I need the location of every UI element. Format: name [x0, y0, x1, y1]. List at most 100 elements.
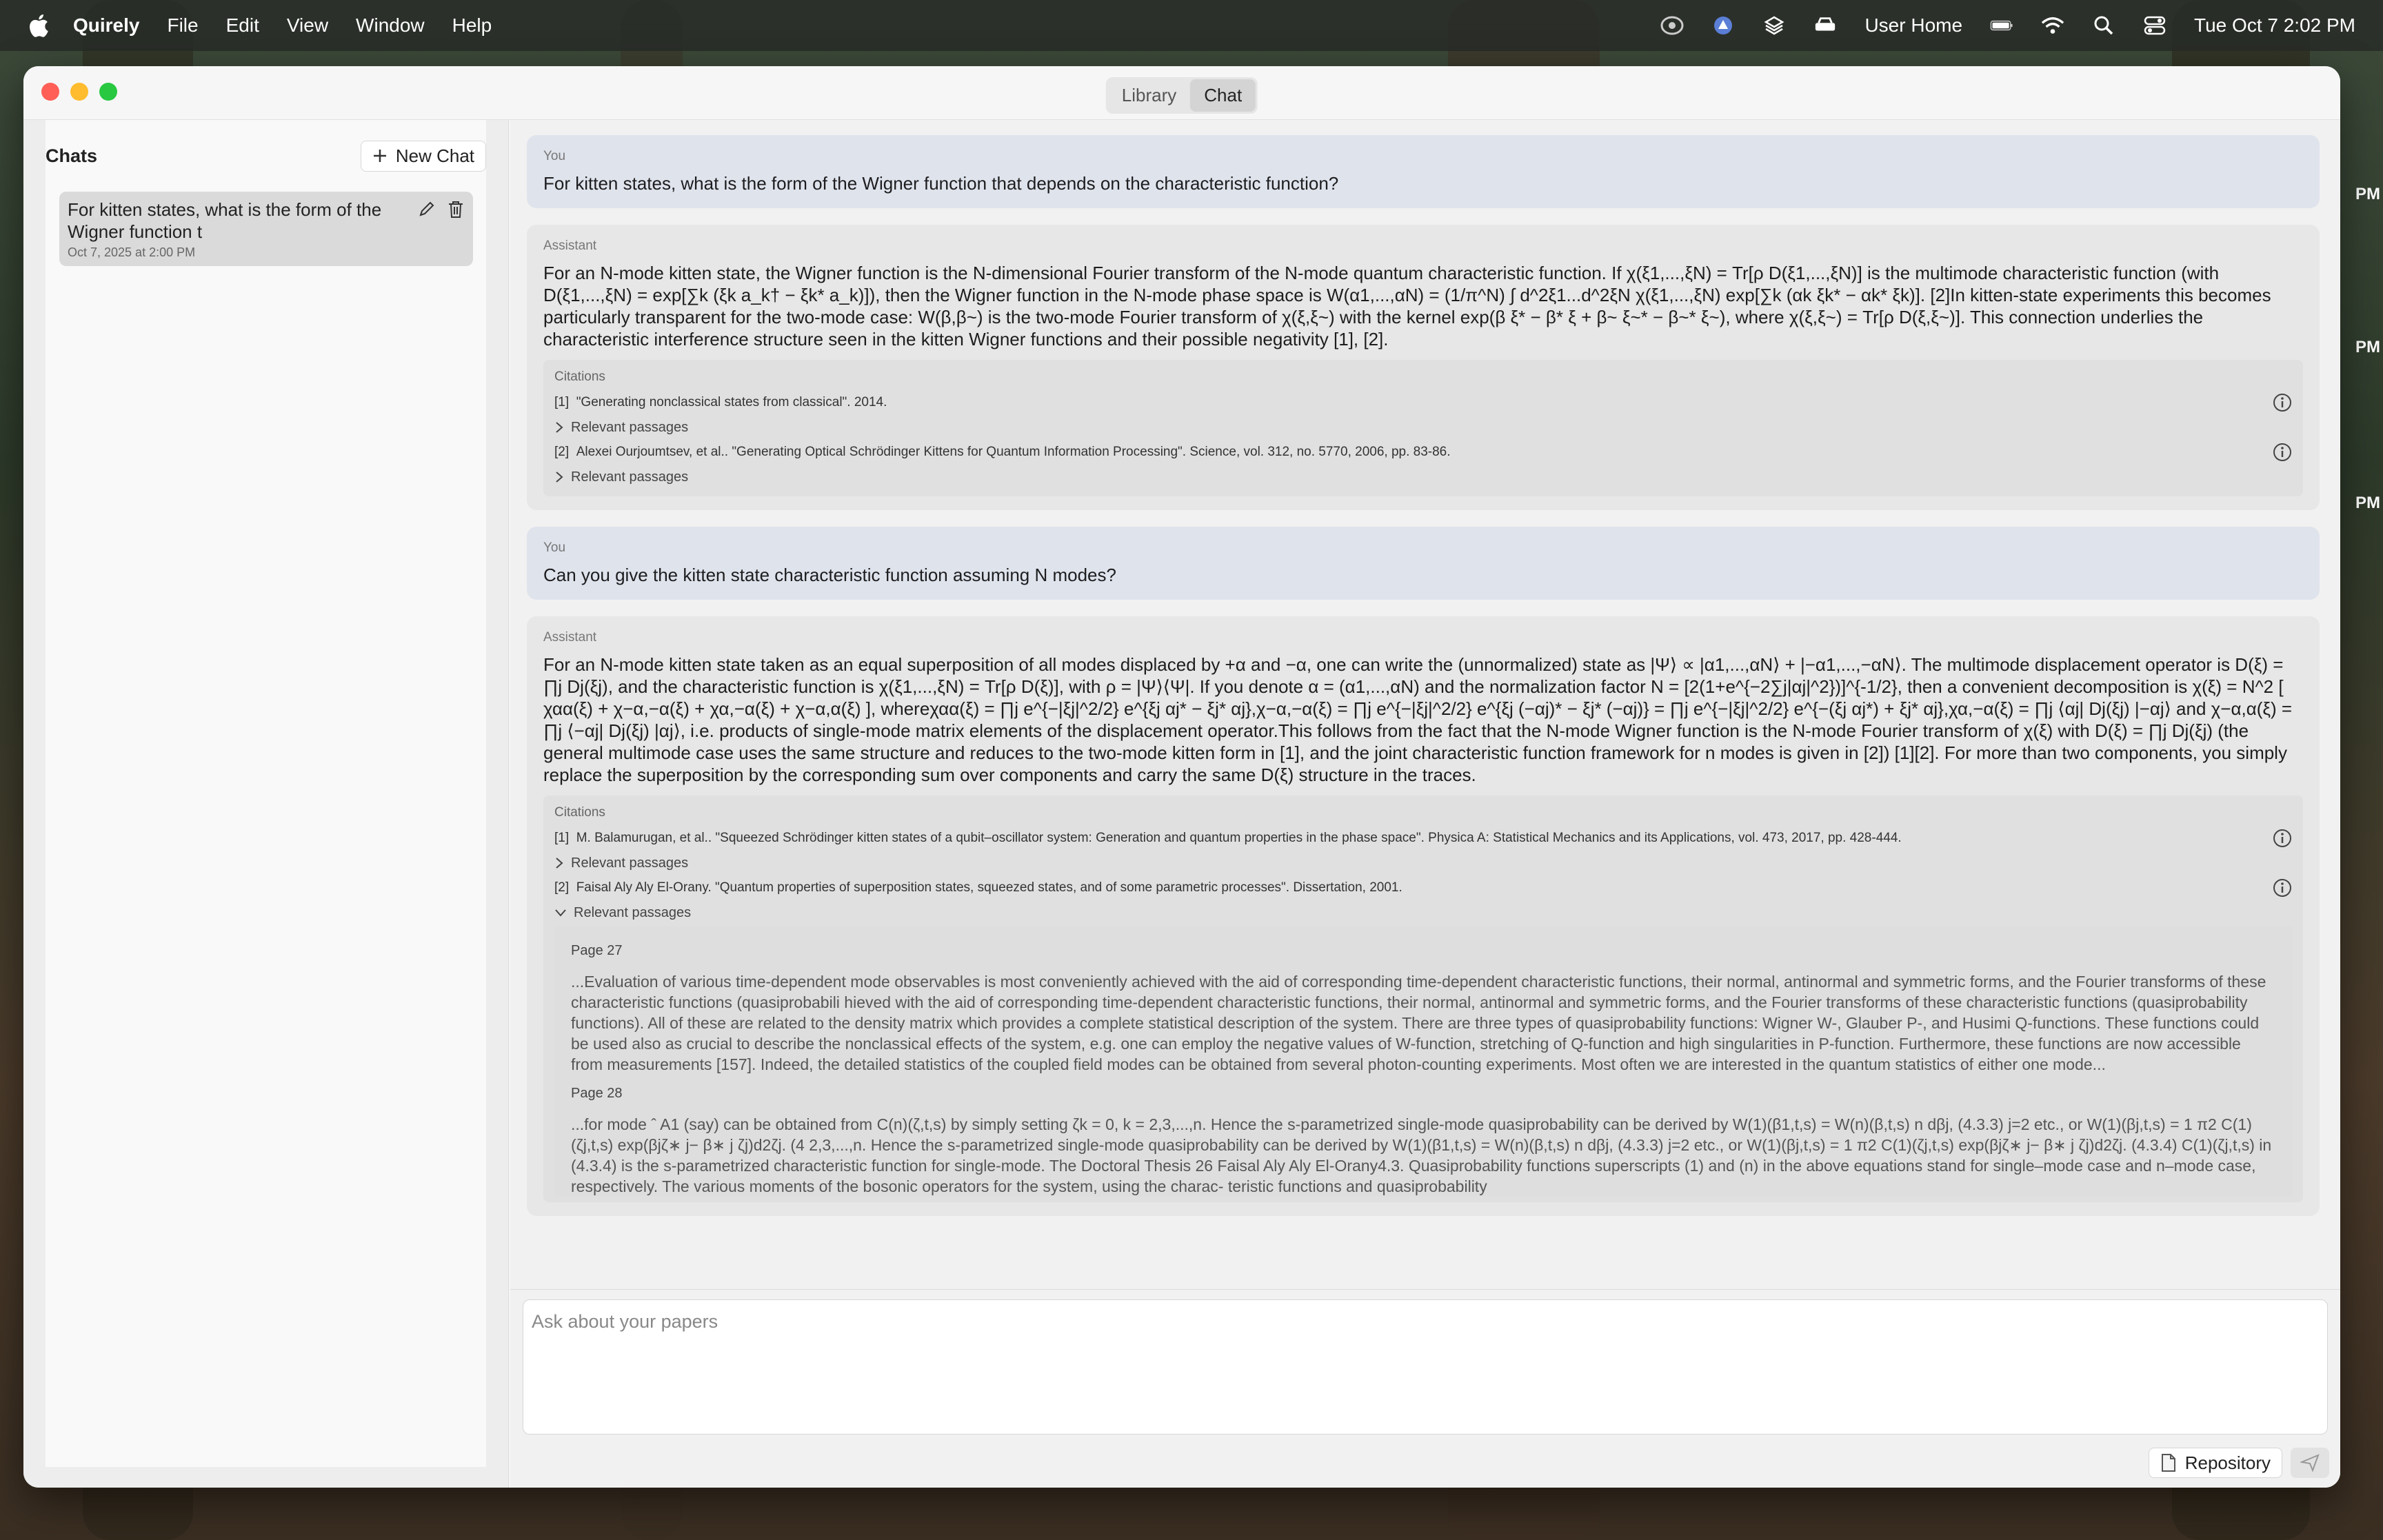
message-text: For an N-mode kitten state taken as an e…	[543, 654, 2293, 785]
info-icon[interactable]	[2273, 393, 2292, 412]
send-icon	[2300, 1454, 2320, 1472]
sidebar-title: Chats	[46, 145, 98, 166]
new-chat-button[interactable]: New Chat	[360, 140, 486, 172]
send-button[interactable]	[2291, 1448, 2329, 1478]
citation-number: [2]	[554, 880, 570, 895]
message-role: Assistant	[543, 239, 597, 253]
relevant-passages-label: Relevant passages	[571, 419, 689, 435]
citations-label: Citations	[554, 369, 605, 384]
background-window-time: PM	[2355, 494, 2380, 512]
assistant-message: Assistant For an N-mode kitten state tak…	[527, 616, 2320, 1216]
relevant-passages-label: Relevant passages	[574, 904, 692, 920]
battery-icon[interactable]	[1990, 14, 2013, 37]
message-role: Assistant	[543, 630, 597, 645]
pencil-icon[interactable]	[418, 200, 436, 218]
citation-item: [2] Faisal Aly Aly El-Orany. "Quantum pr…	[554, 877, 2292, 899]
chat-date: Oct 7, 2025 at 2:00 PM	[68, 245, 196, 259]
app-window: Library Chat Chats New Chat For kitten s…	[23, 66, 2340, 1488]
assistant-message: Assistant For an N-mode kitten state, th…	[527, 225, 2320, 510]
new-chat-label: New Chat	[395, 145, 474, 166]
background-window-time: PM	[2355, 185, 2380, 203]
message-text: For an N-mode kitten state, the Wigner f…	[543, 263, 2271, 349]
relevant-passages-toggle[interactable]: Relevant passages	[554, 849, 2292, 877]
citation-text: "Generating nonclassical states from cla…	[576, 395, 887, 409]
info-icon[interactable]	[2273, 878, 2292, 898]
citations-block: Citations [1] M. Balamurugan, et al.. "S…	[543, 796, 2303, 1202]
chat-title: For kitten states, what is the form of t…	[68, 199, 382, 242]
control-center-icon[interactable]	[2143, 14, 2166, 37]
relevant-passages-toggle[interactable]: Relevant passages	[554, 414, 2292, 441]
drive-icon[interactable]	[1711, 14, 1735, 37]
relevant-passages-label: Relevant passages	[571, 469, 689, 485]
repository-label: Repository	[2184, 1452, 2271, 1473]
message-text: Can you give the kitten state characteri…	[543, 565, 1116, 585]
wifi-icon[interactable]	[2041, 14, 2064, 37]
conversation-scroll[interactable]: You For kitten states, what is the form …	[527, 135, 2320, 1357]
background-window-time: PM	[2355, 338, 2380, 356]
layers-icon[interactable]	[1762, 14, 1786, 37]
citation-item: [2] Alexei Ourjoumtsev, et al.. "Generat…	[554, 441, 2292, 463]
passage-page-label: Page 27	[571, 943, 623, 958]
citation-text: Alexei Ourjoumtsev, et al.. "Generating …	[576, 445, 1451, 459]
citation-item: [1] "Generating nonclassical states from…	[554, 392, 2292, 414]
close-button[interactable]	[41, 83, 59, 101]
menu-help[interactable]: Help	[452, 14, 492, 37]
citation-text: M. Balamurugan, et al.. "Squeezed Schröd…	[576, 831, 1902, 845]
sidebar: Chats New Chat For kitten states, what i…	[23, 120, 509, 1488]
user-message: You Can you give the kitten state charac…	[527, 527, 2320, 600]
sidebar-header: Chats New Chat	[46, 135, 486, 176]
info-icon[interactable]	[2273, 443, 2292, 462]
citation-number: [1]	[554, 395, 570, 409]
passage-text: ...Evaluation of various time-dependent …	[571, 973, 2266, 1073]
composer: Repository	[510, 1289, 2340, 1488]
menu-bar: Quirely File Edit View Window Help User …	[0, 0, 2383, 51]
message-input[interactable]	[532, 1311, 2319, 1333]
document-icon	[2161, 1454, 2175, 1472]
menu-app-name[interactable]: Quirely	[73, 14, 139, 37]
tab-library[interactable]: Library	[1108, 79, 1190, 112]
menu-window[interactable]: Window	[356, 14, 425, 37]
chat-list-item[interactable]: For kitten states, what is the form of t…	[59, 192, 473, 266]
message-text: For kitten states, what is the form of t…	[543, 173, 1339, 194]
citation-text: Faisal Aly Aly El-Orany. "Quantum proper…	[576, 880, 1402, 895]
relevant-passages-toggle[interactable]: Relevant passages	[554, 463, 2292, 491]
citations-label: Citations	[554, 805, 605, 820]
info-icon[interactable]	[2273, 829, 2292, 848]
chevron-right-icon	[556, 422, 563, 433]
view-tabs: Library Chat	[1105, 77, 1258, 114]
relevant-passages-list: Page 27 ...Evaluation of various time-de…	[554, 926, 2292, 1197]
chat-actions	[418, 200, 465, 219]
car-icon[interactable]	[1813, 14, 1837, 37]
chevron-right-icon	[556, 858, 563, 869]
relevant-passages-toggle[interactable]: Relevant passages	[554, 899, 2292, 926]
chat-main: You For kitten states, what is the form …	[510, 120, 2340, 1488]
message-role: You	[543, 149, 566, 163]
zoom-button[interactable]	[99, 83, 117, 101]
minimize-button[interactable]	[70, 83, 88, 101]
vpn-icon[interactable]	[1660, 14, 1684, 37]
search-icon[interactable]	[2092, 14, 2115, 37]
title-bar: Library Chat	[23, 66, 2340, 120]
citation-number: [2]	[554, 445, 570, 459]
repository-button[interactable]: Repository	[2148, 1448, 2282, 1478]
menu-view[interactable]: View	[287, 14, 328, 37]
citation-item: [1] M. Balamurugan, et al.. "Squeezed Sc…	[554, 827, 2292, 849]
message-input-box[interactable]	[523, 1299, 2328, 1435]
message-role: You	[543, 540, 566, 555]
menu-edit[interactable]: Edit	[226, 14, 259, 37]
chat-list-panel	[46, 120, 486, 1467]
trash-icon[interactable]	[447, 200, 465, 219]
user-home-label[interactable]: User Home	[1864, 14, 1962, 37]
passage-text: ...for mode ˆ A1 (say) can be obtained f…	[571, 1115, 2272, 1195]
user-message: You For kitten states, what is the form …	[527, 135, 2320, 208]
menu-file[interactable]: File	[167, 14, 198, 37]
window-controls	[41, 83, 117, 101]
tab-chat[interactable]: Chat	[1190, 79, 1256, 112]
apple-icon[interactable]	[26, 12, 50, 39]
chevron-right-icon	[556, 472, 563, 483]
citations-block: Citations [1] "Generating nonclassical s…	[543, 360, 2303, 496]
passage-page-label: Page 28	[571, 1086, 623, 1101]
plus-icon	[373, 150, 386, 162]
chevron-down-icon	[555, 909, 566, 917]
datetime[interactable]: Tue Oct 7 2:02 PM	[2194, 14, 2355, 37]
